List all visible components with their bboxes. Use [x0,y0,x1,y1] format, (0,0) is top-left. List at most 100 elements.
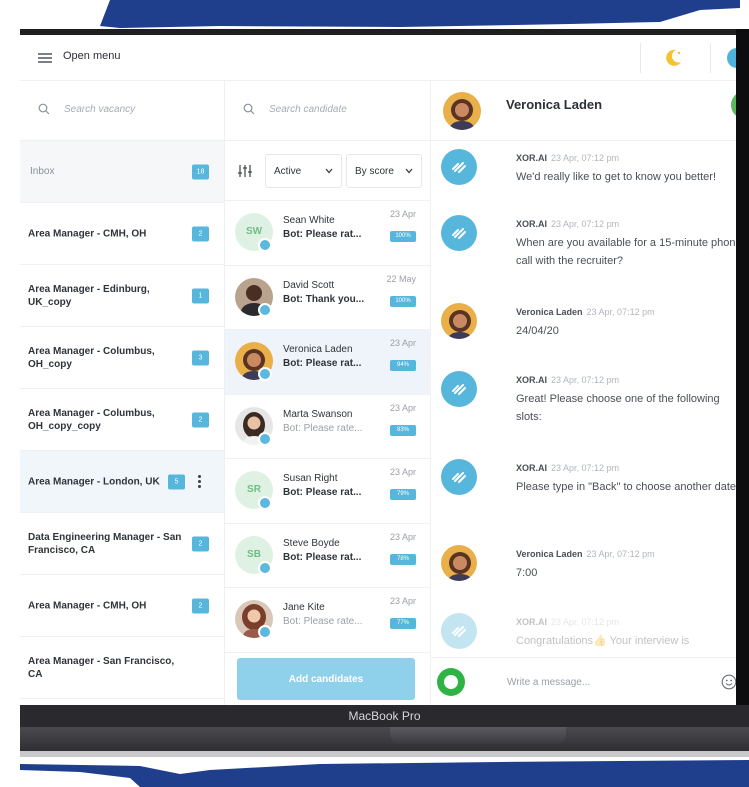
candidate-panel: Active By score SW Sean White Bot: Pleas… [225,81,431,705]
message-sender: XOR.AI [516,463,548,473]
bot-status-icon [258,367,272,381]
search-icon [38,103,50,115]
brush-stroke-bottom [20,760,749,787]
vacancy-title: Area Manager - CMH, OH [28,600,147,611]
candidate-list: SW Sean White Bot: Please rat... 23 Apr … [225,201,430,655]
sort-select[interactable]: By score [346,154,422,188]
message-time: 23 Apr, 07:12 pm [551,219,620,229]
open-menu-button[interactable]: Open menu [63,50,120,62]
phone-call-icon[interactable] [731,91,736,119]
candidate-last-message: Bot: Please rat... [283,487,362,498]
chat-panel: Veronica Laden XOR.AI 23 Apr, 07:12 pm We… [431,81,736,705]
message-sender: XOR.AI [516,617,548,627]
chat-contact-name: Veronica Laden [506,97,603,112]
message-meta: XOR.AI 23 Apr, 07:12 pm [516,219,619,229]
candidate-last-message: Bot: Please rat... [283,229,362,240]
topbar-divider [640,43,641,73]
message-composer [431,657,736,705]
message-sender: Veronica Laden [516,549,583,559]
status-select[interactable]: Active [265,154,342,188]
add-candidates-button[interactable]: Add candidates [237,658,415,700]
vacancy-item[interactable]: Area Manager - Edinburg, UK_copy 1 [20,265,224,327]
message-time: 23 Apr, 07:12 pm [551,375,620,385]
hamburger-icon[interactable] [38,53,52,63]
candidate-date: 23 Apr [389,209,416,219]
candidate-item[interactable]: Marta Swanson Bot: Please rate... 23 Apr… [225,394,430,459]
message-time: 23 Apr, 07:12 pm [586,549,655,559]
vacancy-search [20,81,224,141]
avatar [441,303,477,339]
vacancy-title: Area Manager - Columbus, OH_copy_copy [28,407,155,432]
candidate-date: 23 Apr [389,596,416,606]
brush-stroke-top [100,0,740,28]
candidate-filters: Active By score [225,141,430,201]
candidate-item[interactable]: Jane Kite Bot: Please rate... 23 Apr 77% [225,588,430,653]
candidate-name: Jane Kite [283,602,325,613]
message-sender: Veronica Laden [516,307,583,317]
candidate-name: Susan Right [283,473,338,484]
message-time: 23 Apr, 07:12 pm [551,463,620,473]
candidate-item[interactable]: SW Sean White Bot: Please rat... 23 Apr … [225,201,430,266]
moon-icon[interactable] [662,47,684,69]
vacancy-item[interactable]: Area Manager - CMH, OH 2 [20,203,224,265]
candidate-item-selected[interactable]: Veronica Laden Bot: Please rat... 23 Apr… [225,330,430,395]
vacancy-search-input[interactable] [64,99,214,119]
message-input[interactable] [507,672,707,692]
inbox-label: Inbox [30,166,55,177]
vacancy-item[interactable]: Area Manager - Columbus, OH_copy_copy 2 [20,389,224,451]
vacancy-item[interactable]: Area Manager - Columbus, OH_copy 3 [20,327,224,389]
bot-avatar-icon [441,215,477,251]
candidate-last-message: Bot: Please rat... [283,358,362,369]
candidate-date: 23 Apr [389,467,416,477]
vacancy-title: Area Manager - Edinburg, UK_copy [28,283,150,308]
laptop-bezel-bottom: MacBook Pro [20,705,749,727]
score-badge: 100% [390,295,416,307]
whatsapp-icon[interactable] [437,668,465,696]
message: XOR.AI 23 Apr, 07:12 pm We'd really like … [431,141,736,207]
bot-avatar-icon [441,459,477,495]
candidate-last-message: Bot: Please rate... [283,616,363,627]
candidate-item[interactable]: SR Susan Right Bot: Please rat... 23 Apr… [225,459,430,524]
message-time: 23 Apr, 07:12 pm [551,153,620,163]
count-badge: 2 [192,536,209,551]
message-sender: XOR.AI [516,153,548,163]
score-badge: 78% [390,553,416,565]
score-badge: 79% [390,489,416,500]
laptop-hinge-notch [390,727,566,744]
candidate-search-input[interactable] [269,99,419,119]
message-text: Great! Please choose one of the followin… [516,393,720,423]
message-meta: Veronica Laden 23 Apr, 07:12 pm [516,549,655,559]
vacancy-item[interactable]: Area Manager - San Francisco, CA [20,637,224,699]
candidate-date: 22 May [386,273,416,284]
candidate-item[interactable]: SB Steve Boyde Bot: Please rat... 23 Apr… [225,523,430,588]
message-text: 24/04/20 [516,325,559,337]
chat-header: Veronica Laden [431,81,736,141]
message-meta: XOR.AI 23 Apr, 07:12 pm [516,153,619,163]
stage: Open menu Inbox 18 [0,0,749,787]
vacancy-title: Area Manager - London, UK [28,476,160,487]
vacancy-inbox[interactable]: Inbox 18 [20,141,224,203]
message-text: 7:00 [516,567,538,579]
message-time: 23 Apr, 07:12 pm [586,307,655,317]
laptop-base [20,727,749,751]
score-badge: 94% [390,360,416,371]
message: XOR.AI 23 Apr, 07:12 pm Please type in "B… [431,451,736,537]
emoji-icon[interactable] [721,674,736,690]
filter-sliders-icon[interactable] [237,164,253,178]
count-badge: 1 [192,288,209,303]
bot-status-icon [258,302,272,317]
bot-avatar-icon [441,613,477,649]
vacancy-item-selected[interactable]: Area Manager - London, UK 5 [20,451,224,513]
candidate-date: 23 Apr [389,402,416,413]
vacancy-title: Area Manager - Columbus, OH_copy [28,345,155,370]
topbar-divider [710,43,711,73]
help-icon[interactable] [727,48,736,68]
more-options-icon[interactable] [198,474,202,489]
candidate-date: 23 Apr [389,338,416,348]
candidate-item[interactable]: David Scott Bot: Thank you... 22 May 100… [225,265,430,330]
message-meta: Veronica Laden 23 Apr, 07:12 pm [516,307,655,317]
avatar [443,92,481,130]
vacancy-item[interactable]: Data Engineering Manager - San Francisco… [20,513,224,575]
message: XOR.AI 23 Apr, 07:12 pm Great! Please cho… [431,363,736,451]
vacancy-item[interactable]: Area Manager - CMH, OH 2 [20,575,224,637]
